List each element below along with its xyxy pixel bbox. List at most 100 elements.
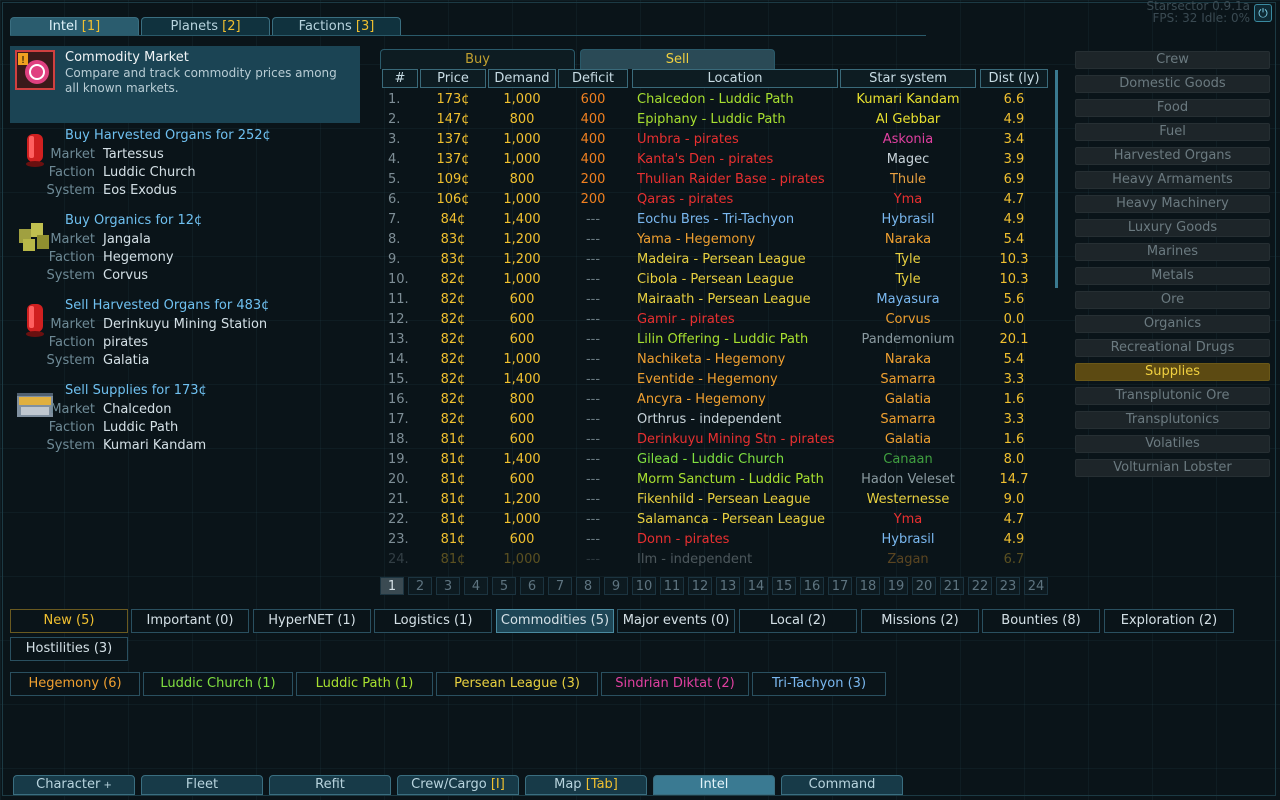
- table-row[interactable]: 11. 82¢ 600 --- Mairaath - Persean League May…: [380, 290, 1048, 310]
- page-button[interactable]: 21: [940, 577, 964, 595]
- intel-item-title[interactable]: Sell Harvested Organs for 483¢: [65, 298, 269, 313]
- commodity-button[interactable]: Harvested Organs: [1075, 147, 1270, 165]
- page-button[interactable]: 4: [464, 577, 488, 595]
- filter-button[interactable]: Major events (0): [617, 609, 735, 633]
- commodity-button[interactable]: Heavy Machinery: [1075, 195, 1270, 213]
- page-button[interactable]: 18: [856, 577, 880, 595]
- commodity-button[interactable]: Food: [1075, 99, 1270, 117]
- table-row[interactable]: 5. 109¢ 800 200 Thulian Raider Base - pirate…: [380, 170, 1048, 190]
- commodity-button[interactable]: Luxury Goods: [1075, 219, 1270, 237]
- faction-filter-button[interactable]: Luddic Church (1): [143, 672, 293, 696]
- nav-command[interactable]: Command: [781, 775, 903, 795]
- column-header[interactable]: Demand: [488, 69, 556, 88]
- page-button[interactable]: 5: [492, 577, 516, 595]
- intel-item-commodity-market[interactable]: ! Commodity Market Compare and track com…: [10, 46, 360, 123]
- commodity-button[interactable]: Metals: [1075, 267, 1270, 285]
- page-button[interactable]: 17: [828, 577, 852, 595]
- tab-intel[interactable]: Intel [1]: [10, 17, 139, 35]
- page-button[interactable]: 14: [744, 577, 768, 595]
- table-scrollbar[interactable]: [1055, 70, 1058, 288]
- page-button[interactable]: 9: [604, 577, 628, 595]
- table-row[interactable]: 7. 84¢ 1,400 --- Eochu Bres - Tri-Tachyon Hyb…: [380, 210, 1048, 230]
- table-row[interactable]: 1. 173¢ 1,000 600 Chalcedon - Luddic Path Kum…: [380, 90, 1048, 110]
- table-row[interactable]: 17. 82¢ 600 --- Orthrus - independent Samarra…: [380, 410, 1048, 430]
- nav-intel[interactable]: Intel: [653, 775, 775, 795]
- table-row[interactable]: 18. 81¢ 600 --- Derinkuyu Mining Stn - pirat…: [380, 430, 1048, 450]
- table-row[interactable]: 21. 81¢ 1,200 --- Fikenhild - Persean League…: [380, 490, 1048, 510]
- page-button[interactable]: 11: [660, 577, 684, 595]
- commodity-button[interactable]: Marines: [1075, 243, 1270, 261]
- page-button[interactable]: 23: [996, 577, 1020, 595]
- table-row[interactable]: 4. 137¢ 1,000 400 Kanta's Den - pirates Magec…: [380, 150, 1048, 170]
- table-row[interactable]: 14. 82¢ 1,000 --- Nachiketa - Hegemony Naraka…: [380, 350, 1048, 370]
- table-row[interactable]: 15. 82¢ 1,400 --- Eventide - Hegemony Samarra…: [380, 370, 1048, 390]
- table-row[interactable]: 3. 137¢ 1,000 400 Umbra - pirates Askonia 3.4: [380, 130, 1048, 150]
- filter-button[interactable]: Exploration (2): [1104, 609, 1234, 633]
- page-button[interactable]: 12: [688, 577, 712, 595]
- table-row[interactable]: 16. 82¢ 800 --- Ancyra - Hegemony Galatia 1.6: [380, 390, 1048, 410]
- page-button[interactable]: 24: [1024, 577, 1048, 595]
- commodity-button[interactable]: Recreational Drugs: [1075, 339, 1270, 357]
- table-row[interactable]: 6. 106¢ 1,000 200 Qaras - pirates Yma 4.7: [380, 190, 1048, 210]
- tab-buy[interactable]: Buy: [380, 49, 575, 69]
- nav-crew-cargo[interactable]: Crew/Cargo [I]: [397, 775, 519, 795]
- nav-refit[interactable]: Refit: [269, 775, 391, 795]
- page-button[interactable]: 1: [380, 577, 404, 595]
- nav-fleet[interactable]: Fleet: [141, 775, 263, 795]
- table-row[interactable]: 22. 81¢ 1,000 --- Salamanca - Persean League…: [380, 510, 1048, 530]
- commodity-button[interactable]: Transplutonic Ore: [1075, 387, 1270, 405]
- commodity-button[interactable]: Supplies: [1075, 363, 1270, 381]
- page-button[interactable]: 8: [576, 577, 600, 595]
- nav-character[interactable]: Character +: [13, 775, 135, 795]
- table-row[interactable]: 12. 82¢ 600 --- Gamir - pirates Corvus 0.0: [380, 310, 1048, 330]
- table-row[interactable]: 13. 82¢ 600 --- Lilin Offering - Luddic Path…: [380, 330, 1048, 350]
- filter-button[interactable]: Commodities (5): [496, 609, 614, 633]
- filter-button[interactable]: New (5): [10, 609, 128, 633]
- intel-item-title[interactable]: Buy Harvested Organs for 252¢: [65, 128, 271, 143]
- intel-item-title[interactable]: Sell Supplies for 173¢: [65, 383, 207, 398]
- filter-button[interactable]: Missions (2): [861, 609, 979, 633]
- column-header[interactable]: Star system: [840, 69, 976, 88]
- table-row[interactable]: 24. 81¢ 1,000 --- Ilm - independent Zagan 6.7: [380, 550, 1048, 568]
- page-button[interactable]: 13: [716, 577, 740, 595]
- page-button[interactable]: 16: [800, 577, 824, 595]
- faction-filter-button[interactable]: Persean League (3): [436, 672, 598, 696]
- page-button[interactable]: 15: [772, 577, 796, 595]
- filter-button[interactable]: Logistics (1): [374, 609, 492, 633]
- page-button[interactable]: 22: [968, 577, 992, 595]
- commodity-button[interactable]: Transplutonics: [1075, 411, 1270, 429]
- column-header[interactable]: #: [382, 69, 418, 88]
- faction-filter-button[interactable]: Luddic Path (1): [296, 672, 433, 696]
- tab-sell[interactable]: Sell: [580, 49, 775, 69]
- column-header[interactable]: Location: [632, 69, 838, 88]
- page-button[interactable]: 19: [884, 577, 908, 595]
- page-button[interactable]: 10: [632, 577, 656, 595]
- filter-button[interactable]: HyperNET (1): [253, 609, 371, 633]
- filter-button[interactable]: Local (2): [739, 609, 857, 633]
- table-row[interactable]: 9. 83¢ 1,200 --- Madeira - Persean League Tyl…: [380, 250, 1048, 270]
- column-header[interactable]: Dist (ly): [980, 69, 1048, 88]
- filter-button[interactable]: Bounties (8): [982, 609, 1100, 633]
- commodity-button[interactable]: Volturnian Lobster: [1075, 459, 1270, 477]
- page-button[interactable]: 20: [912, 577, 936, 595]
- tab-factions[interactable]: Factions [3]: [272, 17, 401, 35]
- commodity-button[interactable]: Volatiles: [1075, 435, 1270, 453]
- column-header[interactable]: Price: [420, 69, 486, 88]
- faction-filter-button[interactable]: Sindrian Diktat (2): [601, 672, 749, 696]
- page-button[interactable]: 2: [408, 577, 432, 595]
- commodity-button[interactable]: Domestic Goods: [1075, 75, 1270, 93]
- page-button[interactable]: 6: [520, 577, 544, 595]
- intel-item-title[interactable]: Buy Organics for 12¢: [65, 213, 202, 228]
- faction-filter-button[interactable]: Hegemony (6): [10, 672, 140, 696]
- faction-filter-button[interactable]: Tri-Tachyon (3): [752, 672, 886, 696]
- page-button[interactable]: 3: [436, 577, 460, 595]
- table-row[interactable]: 20. 81¢ 600 --- Morm Sanctum - Luddic Path Ha…: [380, 470, 1048, 490]
- column-header[interactable]: Deficit: [558, 69, 628, 88]
- table-row[interactable]: 23. 81¢ 600 --- Donn - pirates Hybrasil 4.9: [380, 530, 1048, 550]
- commodity-button[interactable]: Crew: [1075, 51, 1270, 69]
- table-row[interactable]: 10. 82¢ 1,000 --- Cibola - Persean League Tyl…: [380, 270, 1048, 290]
- table-row[interactable]: 19. 81¢ 1,400 --- Gilead - Luddic Church Cana…: [380, 450, 1048, 470]
- nav-map[interactable]: Map [Tab]: [525, 775, 647, 795]
- table-row[interactable]: 8. 83¢ 1,200 --- Yama - Hegemony Naraka 5.4: [380, 230, 1048, 250]
- filter-button[interactable]: Hostilities (3): [10, 637, 128, 661]
